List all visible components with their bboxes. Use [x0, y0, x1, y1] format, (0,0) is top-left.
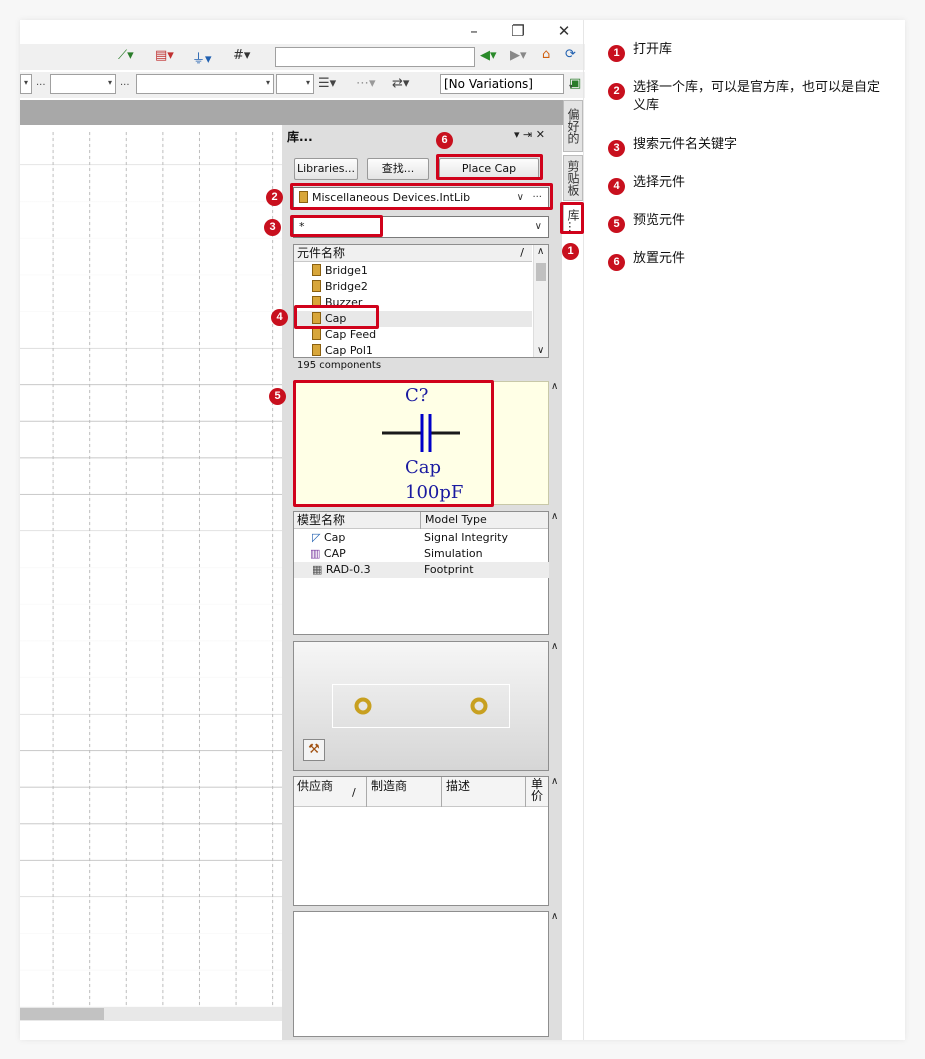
description-header: 描述 [446, 779, 471, 793]
toolbar-combo-2[interactable]: ▾ [50, 74, 116, 94]
highlight-library-select [290, 183, 553, 210]
refresh-icon[interactable]: ⟳ [565, 47, 576, 62]
unit-price-header: 单价 [531, 777, 544, 803]
toolbar-dots-1: ... [36, 77, 46, 88]
3d-view-hammer-icon[interactable]: ⚒ [303, 739, 325, 761]
component-name-header: 元件名称 [297, 246, 346, 260]
footprint-preview: ⚒ [293, 641, 549, 771]
restore-button[interactable]: ❐ [508, 22, 528, 40]
toolbar-combo-3[interactable]: ▾ [136, 74, 274, 94]
table-row[interactable]: ◸ Cap [312, 530, 345, 546]
signal-integrity-icon: ◸ [312, 531, 321, 544]
collapse-supplier-icon[interactable]: ∧ [551, 776, 558, 787]
supplier-table: 供应商 / 制造商 描述 单价 [293, 776, 549, 906]
toolbar-combo-1[interactable]: ▾ [20, 74, 32, 94]
list-item[interactable]: Bridge2 [312, 279, 368, 295]
badge-6: 6 [436, 132, 453, 149]
tab-clipboard[interactable]: 剪贴板 [563, 155, 583, 201]
toolbar-combo-4[interactable]: ▾ [276, 74, 314, 94]
pcb-icon[interactable]: ▣ [569, 76, 581, 91]
list-item[interactable]: Cap Feed [312, 327, 376, 343]
highlight-cap-item [294, 305, 379, 329]
toolbar-row-2: ▾ ... ▾ ... ▾ ▾ ☰▾ ⋯▾ ⇄▾ [No Variations]… [20, 72, 585, 98]
grid-tool-icon[interactable]: #▾ [233, 48, 250, 63]
filter-chevron-icon: ∨ [534, 221, 542, 232]
footprint-icon: ▦ [312, 563, 323, 576]
divider [583, 20, 584, 1040]
variations-select[interactable]: [No Variations] ▾ [440, 74, 573, 94]
component-list: 元件名称 / Bridge1 Bridge2 Buzzer Cap Cap Fe… [293, 244, 549, 358]
collapse-details-icon[interactable]: ∧ [551, 911, 558, 922]
toolbar-blank-field[interactable] [275, 47, 475, 67]
highlight-filter-input [290, 215, 383, 237]
libraries-button[interactable]: Libraries... [294, 158, 358, 180]
bus-tool-icon[interactable]: ▤▾ [155, 48, 174, 63]
highlight-place-button [436, 154, 543, 180]
model-type-cell: Signal Integrity [424, 531, 508, 544]
table-row-selected[interactable]: ▦ RAD-0.3 [294, 562, 549, 578]
model-type-cell: Simulation [424, 547, 483, 560]
simulation-icon: ▥ [310, 547, 321, 560]
variations-value: [No Variations] [444, 77, 533, 91]
list-item[interactable]: Cap Pol1 [312, 343, 373, 359]
badge-4: 4 [271, 309, 288, 326]
legend-item-1: 1 打开库 [608, 41, 672, 62]
document-tab-strip [20, 100, 563, 125]
panel-window-controls[interactable]: ▾ ⇥ ✕ [514, 128, 545, 141]
legend-item-4: 4 选择元件 [608, 174, 685, 195]
list-item[interactable]: Bridge1 [312, 263, 368, 279]
toolbar-row-1: ⟋▾ ▤▾ ⏚▾ #▾ ◀▾ ▶▾ ⌂ ⟳ [20, 44, 585, 70]
align-icon[interactable]: ☰▾ [318, 76, 336, 91]
model-list: 模型名称 Model Type ◸ Cap Signal Integrity ▥… [293, 511, 549, 635]
details-pane [293, 911, 549, 1037]
badge-3: 3 [264, 219, 281, 236]
library-panel: 库... ▾ ⇥ ✕ Libraries... 查找... Place Cap … [282, 125, 562, 1040]
panel-title: 库... [287, 130, 313, 144]
distribute-icon[interactable]: ⋯▾ [356, 76, 376, 91]
swap-icon[interactable]: ⇄▾ [392, 76, 409, 91]
legend-item-3: 3 搜索元件名关键字 [608, 136, 737, 157]
manufacturer-header: 制造商 [371, 779, 408, 793]
component-list-scrollbar[interactable]: ∧ ∨ [533, 245, 548, 357]
collapse-preview-icon[interactable]: ∧ [551, 381, 558, 392]
legend-item-5: 5 预览元件 [608, 212, 685, 233]
minimize-button[interactable]: – [464, 22, 484, 40]
back-nav-icon[interactable]: ◀▾ [480, 48, 497, 63]
footprint-pads [354, 697, 488, 715]
component-count: 195 components [297, 360, 382, 371]
component-list-header[interactable]: 元件名称 / [294, 245, 532, 262]
sort-icon: / [520, 246, 524, 259]
search-button[interactable]: 查找... [367, 158, 429, 180]
supplier-table-header[interactable]: 供应商 / 制造商 描述 单价 [294, 777, 548, 807]
home-icon[interactable]: ⌂ [542, 47, 550, 62]
ground-power-icon[interactable]: ⏚▾ [192, 48, 212, 67]
collapse-models-icon[interactable]: ∧ [551, 511, 558, 522]
model-list-header[interactable]: 模型名称 Model Type [294, 512, 548, 529]
badge-2: 2 [266, 189, 283, 206]
sort-icon: / [352, 786, 356, 799]
forward-nav-icon[interactable]: ▶▾ [510, 48, 527, 63]
model-type-cell: Footprint [424, 563, 474, 576]
model-type-header: Model Type [425, 513, 487, 526]
badge-1: 1 [562, 243, 579, 260]
wire-tool-icon[interactable]: ⟋▾ [118, 48, 134, 63]
supplier-header: 供应商 [297, 779, 334, 793]
collapse-footprint-icon[interactable]: ∧ [551, 641, 558, 652]
tab-favorites[interactable]: 偏好的 [563, 100, 583, 152]
legend-item-2: 2 选择一个库，可以是官方库，也可以是自定义库 [608, 79, 888, 115]
horizontal-scrollbar[interactable] [20, 1007, 282, 1021]
legend-item-6: 6 放置元件 [608, 250, 685, 271]
table-row[interactable]: ▥ CAP [310, 546, 346, 562]
close-window-button[interactable]: ✕ [554, 22, 574, 40]
highlight-libraries-tab [560, 202, 584, 234]
toolbar-dots-2: ... [120, 77, 130, 88]
model-name-header: 模型名称 [297, 513, 346, 527]
schematic-canvas[interactable] [20, 132, 282, 1007]
highlight-preview [293, 380, 494, 507]
badge-5: 5 [269, 388, 286, 405]
